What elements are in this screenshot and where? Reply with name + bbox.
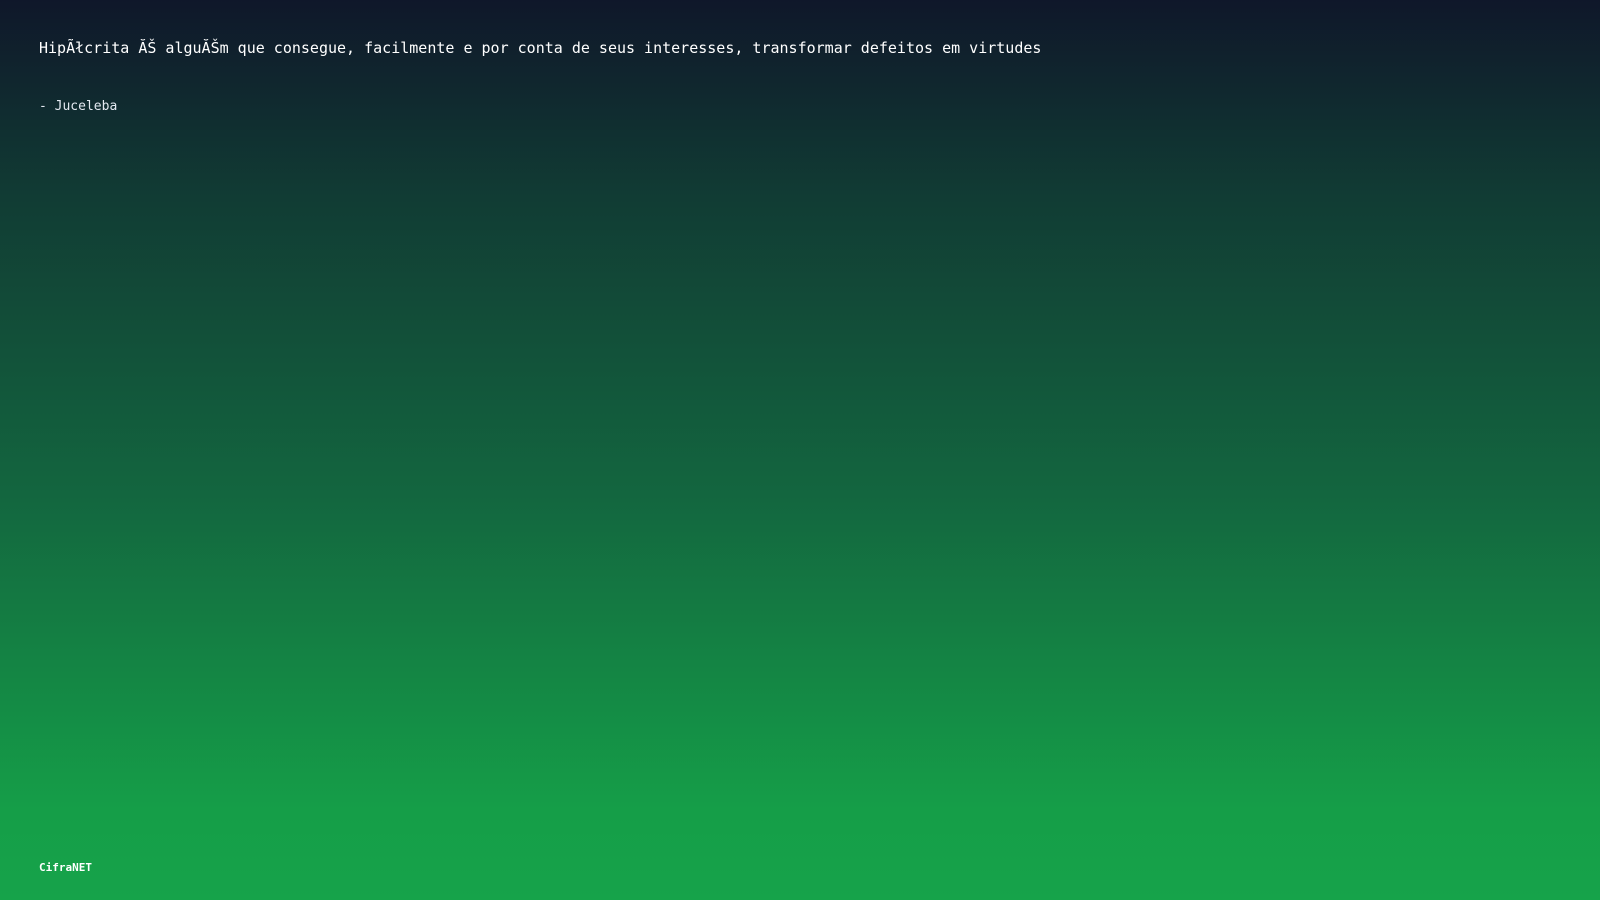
quote-page: HipÃłcrita ĂŠ alguĂŠm que consegue, faci…	[0, 0, 1600, 900]
quote-text: HipÃłcrita ĂŠ alguĂŠm que consegue, faci…	[39, 39, 1042, 57]
brand-name: CifraNET	[39, 861, 92, 874]
quote-author: - Juceleba	[39, 99, 118, 114]
